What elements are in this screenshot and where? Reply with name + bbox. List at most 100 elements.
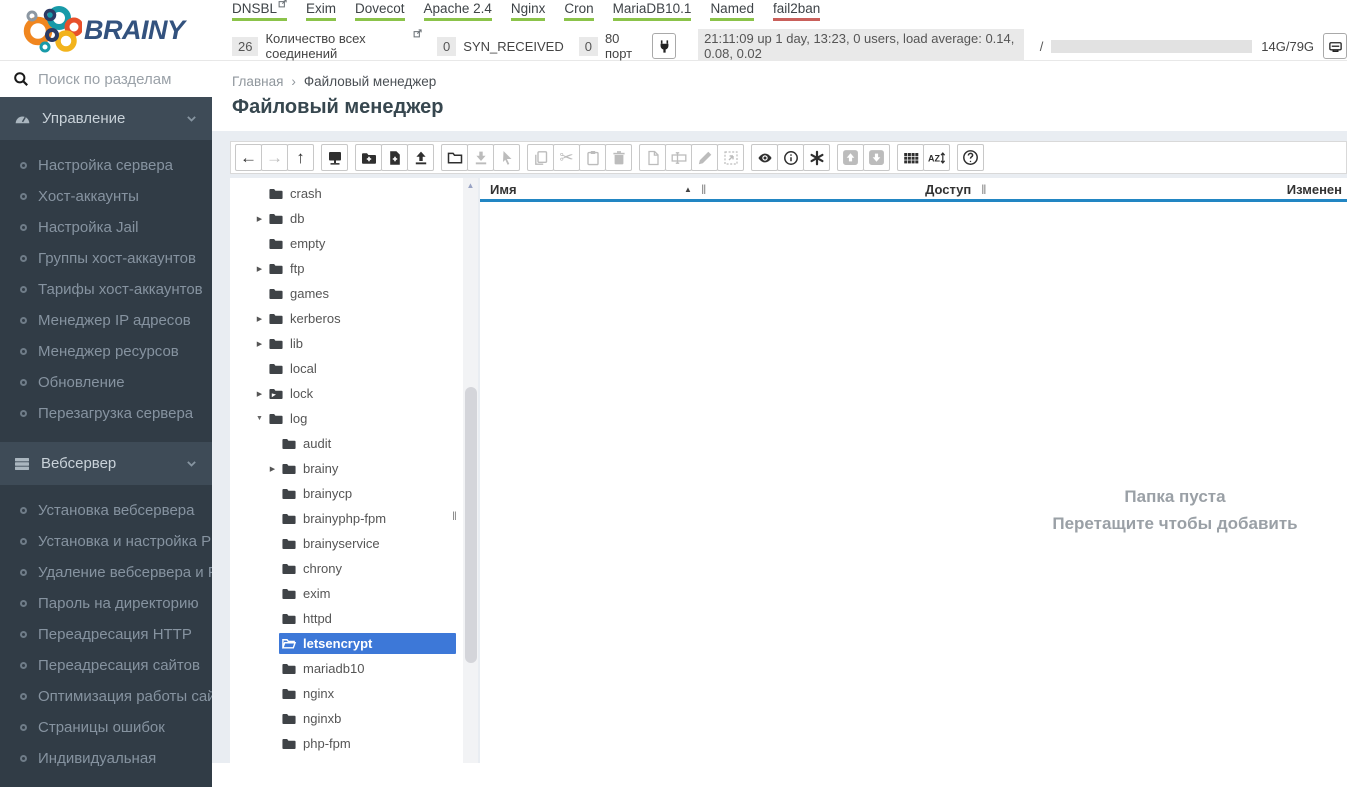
tree-item-anchor[interactable]: lib <box>266 333 456 354</box>
service-link-nginx[interactable]: Nginx <box>510 1 546 21</box>
sidebar-section-управление[interactable]: Управление <box>0 97 212 140</box>
properties-button[interactable] <box>777 144 804 171</box>
tree-item-letsencrypt[interactable]: letsencrypt <box>230 631 478 656</box>
tree-item-anchor[interactable]: audit <box>279 433 456 454</box>
tree-item-anchor[interactable]: games <box>266 283 456 304</box>
tree-item-ftp[interactable]: ▶ ftp <box>230 256 478 281</box>
sort-button[interactable]: AZ <box>923 144 950 171</box>
sidebar-section-вебсервер[interactable]: Вебсервер <box>0 442 212 485</box>
duplicate-button[interactable] <box>639 144 666 171</box>
tree-toggle-icon[interactable]: ▶ <box>253 340 266 348</box>
service-link-exim[interactable]: Exim <box>306 1 337 21</box>
forward-button[interactable]: → <box>261 144 288 171</box>
tree-item-anchor[interactable]: db <box>266 208 456 229</box>
tree-item-anchor[interactable]: php71-fpm <box>279 758 456 763</box>
tree-item-kerberos[interactable]: ▶ kerberos <box>230 306 478 331</box>
download-button[interactable] <box>467 144 494 171</box>
tree-item-log[interactable]: ▼ log <box>230 406 478 431</box>
tree-toggle-icon[interactable]: ▶ <box>253 315 266 323</box>
service-link-fail2ban[interactable]: fail2ban <box>772 1 821 21</box>
scroll-up-icon[interactable]: ▲ <box>463 178 478 193</box>
new-file-button[interactable] <box>381 144 408 171</box>
tree-item-lib[interactable]: ▶ lib <box>230 331 478 356</box>
tree-item-anchor[interactable]: brainy <box>279 458 456 479</box>
archive-extract-button[interactable] <box>863 144 890 171</box>
tree-item-nginx[interactable]: nginx <box>230 681 478 706</box>
tree-item-nginxb[interactable]: nginxb <box>230 706 478 731</box>
tree-item-anchor[interactable]: local <box>266 358 456 379</box>
tree-item-anchor[interactable]: lock <box>266 383 456 404</box>
copy-button[interactable] <box>527 144 554 171</box>
tree-item-anchor[interactable]: log <box>266 408 456 429</box>
sidebar-item-переадресация-сайтов[interactable]: Переадресация сайтов <box>0 650 212 681</box>
up-button[interactable]: ↑ <box>287 144 314 171</box>
preview-button[interactable] <box>751 144 778 171</box>
back-button[interactable]: ← <box>235 144 262 171</box>
tree-item-anchor[interactable]: exim <box>279 583 456 604</box>
archive-create-button[interactable] <box>837 144 864 171</box>
permissions-button[interactable] <box>803 144 830 171</box>
tree-item-php71-fpm[interactable]: php71-fpm <box>230 756 478 763</box>
sidebar-item-группы-хост-аккаунтов[interactable]: Группы хост-аккаунтов <box>0 243 212 274</box>
tree-item-exim[interactable]: exim <box>230 581 478 606</box>
tree-item-mariadb10[interactable]: mariadb10 <box>230 656 478 681</box>
paste-button[interactable] <box>579 144 606 171</box>
service-link-mariadb10-1[interactable]: MariaDB10.1 <box>612 1 692 21</box>
cut-button[interactable]: ✂ <box>553 144 580 171</box>
tree-item-anchor[interactable]: letsencrypt <box>279 633 456 654</box>
root-directory-button[interactable] <box>321 144 348 171</box>
tree-toggle-icon[interactable]: ▼ <box>253 415 266 422</box>
delete-button[interactable] <box>605 144 632 171</box>
new-folder-button[interactable] <box>355 144 382 171</box>
tree-item-brainy[interactable]: ▶ brainy <box>230 456 478 481</box>
sidebar-item-менеджер-ip-адресов[interactable]: Менеджер IP адресов <box>0 305 212 336</box>
sidebar-item-оптимизация-работы-сайта[interactable]: Оптимизация работы сайта <box>0 681 231 712</box>
tree-item-anchor[interactable]: mariadb10 <box>279 658 456 679</box>
sidebar-item-хост-аккаунты[interactable]: Хост-аккаунты <box>0 181 212 212</box>
tree-item-anchor[interactable]: httpd <box>279 608 456 629</box>
tree-toggle-icon[interactable]: ▶ <box>253 215 266 223</box>
tree-item-anchor[interactable]: nginxb <box>279 708 456 729</box>
tree-item-anchor[interactable]: php-fpm <box>279 733 456 754</box>
sidebar-item-тарифы-хост-аккаунтов[interactable]: Тарифы хост-аккаунтов <box>0 274 212 305</box>
sidebar-item-страницы-ошибок[interactable]: Страницы ошибок <box>0 712 212 743</box>
panel-resize-handle[interactable]: ‖ <box>452 509 457 523</box>
tree-toggle-icon[interactable]: ▶ <box>253 265 266 273</box>
tree-item-anchor[interactable]: brainyphp-fpm <box>279 508 456 529</box>
tree-toggle-icon[interactable]: ▶ <box>266 465 279 473</box>
extract-button[interactable] <box>717 144 744 171</box>
breadcrumb-home[interactable]: Главная <box>232 74 283 89</box>
tree-item-httpd[interactable]: httpd <box>230 606 478 631</box>
tree-item-anchor[interactable]: brainyservice <box>279 533 456 554</box>
service-link-apache-2-4[interactable]: Apache 2.4 <box>423 1 492 21</box>
column-resize-handle[interactable]: ‖ <box>701 182 706 197</box>
tree-item-brainyphp-fpm[interactable]: brainyphp-fpm <box>230 506 478 531</box>
tree-item-anchor[interactable]: ftp <box>266 258 456 279</box>
tree-item-anchor[interactable]: crash <box>266 183 456 204</box>
tree-item-anchor[interactable]: empty <box>266 233 456 254</box>
tree-item-lock[interactable]: ▶ lock <box>230 381 478 406</box>
search-input[interactable] <box>38 70 199 88</box>
sidebar-item-установка-вебсервера[interactable]: Установка вебсервера <box>0 495 212 526</box>
sidebar-item-настройка-jail[interactable]: Настройка Jail <box>0 212 212 243</box>
connections-plug-button[interactable] <box>652 33 677 59</box>
open-folder-button[interactable] <box>441 144 468 171</box>
tree-item-anchor[interactable]: chrony <box>279 558 456 579</box>
tree-item-games[interactable]: games <box>230 281 478 306</box>
service-link-dnsbl[interactable]: DNSBL <box>232 0 288 21</box>
tree-item-brainycp[interactable]: brainycp <box>230 481 478 506</box>
sidebar-item-перезагрузка-сервера[interactable]: Перезагрузка сервера <box>0 398 212 429</box>
tree-scrollbar[interactable]: ▲ <box>463 178 478 763</box>
column-header-modified[interactable]: Изменен <box>1287 182 1342 197</box>
tree-item-crash[interactable]: crash <box>230 181 478 206</box>
help-button[interactable] <box>957 144 984 171</box>
tree-item-local[interactable]: local <box>230 356 478 381</box>
rename-button[interactable] <box>665 144 692 171</box>
service-link-cron[interactable]: Cron <box>564 1 594 21</box>
tree-item-brainyservice[interactable]: brainyservice <box>230 531 478 556</box>
column-resize-handle[interactable]: ‖ <box>981 182 986 197</box>
upload-button[interactable] <box>407 144 434 171</box>
tree-item-empty[interactable]: empty <box>230 231 478 256</box>
sidebar-item-установка-и-настройка-php[interactable]: Установка и настройка PHP <box>0 526 232 557</box>
sidebar-item-настройка-сервера[interactable]: Настройка сервера <box>0 150 212 181</box>
